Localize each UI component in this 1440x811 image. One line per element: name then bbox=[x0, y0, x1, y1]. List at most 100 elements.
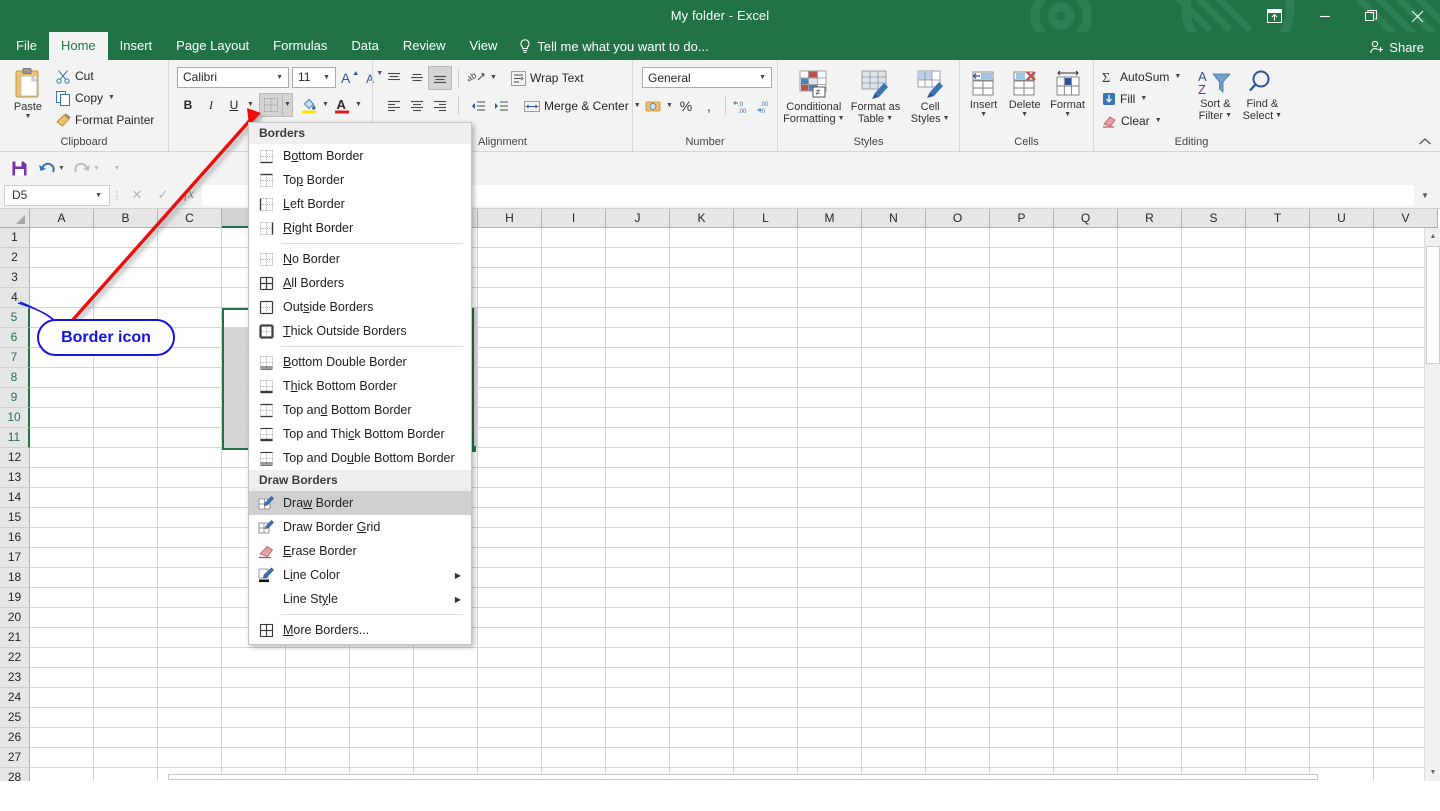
cell-M16[interactable] bbox=[798, 528, 862, 548]
cell-E26[interactable] bbox=[286, 728, 350, 748]
cell-N17[interactable] bbox=[862, 548, 926, 568]
cell-A18[interactable] bbox=[30, 568, 94, 588]
cell-S2[interactable] bbox=[1182, 248, 1246, 268]
cell-O25[interactable] bbox=[926, 708, 990, 728]
cell-A26[interactable] bbox=[30, 728, 94, 748]
cell-B5[interactable] bbox=[94, 308, 158, 328]
cell-S11[interactable] bbox=[1182, 428, 1246, 448]
cell-M12[interactable] bbox=[798, 448, 862, 468]
cell-R25[interactable] bbox=[1118, 708, 1182, 728]
cell-T25[interactable] bbox=[1246, 708, 1310, 728]
row-header-7[interactable]: 7 bbox=[0, 348, 30, 368]
cell-R22[interactable] bbox=[1118, 648, 1182, 668]
cell-E23[interactable] bbox=[286, 668, 350, 688]
accounting-format-icon[interactable] bbox=[642, 95, 664, 117]
underline-button[interactable]: U bbox=[223, 94, 245, 116]
cell-L21[interactable] bbox=[734, 628, 798, 648]
cell-B3[interactable] bbox=[94, 268, 158, 288]
cell-R10[interactable] bbox=[1118, 408, 1182, 428]
cell-K24[interactable] bbox=[670, 688, 734, 708]
cell-I19[interactable] bbox=[542, 588, 606, 608]
cell-R12[interactable] bbox=[1118, 448, 1182, 468]
cell-N4[interactable] bbox=[862, 288, 926, 308]
font-name-caret[interactable]: ▼ bbox=[273, 74, 286, 81]
sort-filter-caret[interactable]: ▼ bbox=[1225, 112, 1232, 120]
cell-A15[interactable] bbox=[30, 508, 94, 528]
cell-N22[interactable] bbox=[862, 648, 926, 668]
cell-L22[interactable] bbox=[734, 648, 798, 668]
cell-S13[interactable] bbox=[1182, 468, 1246, 488]
cell-N8[interactable] bbox=[862, 368, 926, 388]
cell-K20[interactable] bbox=[670, 608, 734, 628]
menu-item-all-borders[interactable]: All Borders bbox=[249, 271, 471, 295]
cell-I27[interactable] bbox=[542, 748, 606, 768]
cell-T14[interactable] bbox=[1246, 488, 1310, 508]
cell-P12[interactable] bbox=[990, 448, 1054, 468]
column-header-H[interactable]: H bbox=[478, 209, 542, 228]
cell-B6[interactable] bbox=[94, 328, 158, 348]
cell-R1[interactable] bbox=[1118, 228, 1182, 248]
cell-L6[interactable] bbox=[734, 328, 798, 348]
cell-B2[interactable] bbox=[94, 248, 158, 268]
cell-A4[interactable] bbox=[30, 288, 94, 308]
cell-K26[interactable] bbox=[670, 728, 734, 748]
cell-B12[interactable] bbox=[94, 448, 158, 468]
cell-U9[interactable] bbox=[1310, 388, 1374, 408]
cell-I2[interactable] bbox=[542, 248, 606, 268]
align-top-button[interactable] bbox=[383, 67, 405, 89]
cell-I20[interactable] bbox=[542, 608, 606, 628]
cell-L14[interactable] bbox=[734, 488, 798, 508]
row-header-22[interactable]: 22 bbox=[0, 648, 30, 668]
cell-Q21[interactable] bbox=[1054, 628, 1118, 648]
cell-N7[interactable] bbox=[862, 348, 926, 368]
cell-P5[interactable] bbox=[990, 308, 1054, 328]
select-all-corner[interactable] bbox=[0, 209, 30, 228]
cell-J5[interactable] bbox=[606, 308, 670, 328]
cell-U16[interactable] bbox=[1310, 528, 1374, 548]
cell-M19[interactable] bbox=[798, 588, 862, 608]
row-header-13[interactable]: 13 bbox=[0, 468, 30, 488]
cell-K9[interactable] bbox=[670, 388, 734, 408]
cell-S18[interactable] bbox=[1182, 568, 1246, 588]
cell-Q15[interactable] bbox=[1054, 508, 1118, 528]
cell-L8[interactable] bbox=[734, 368, 798, 388]
cell-P24[interactable] bbox=[990, 688, 1054, 708]
cell-B24[interactable] bbox=[94, 688, 158, 708]
clear-caret[interactable]: ▼ bbox=[1154, 110, 1163, 132]
cell-U17[interactable] bbox=[1310, 548, 1374, 568]
cell-A14[interactable] bbox=[30, 488, 94, 508]
cell-J25[interactable] bbox=[606, 708, 670, 728]
cell-U10[interactable] bbox=[1310, 408, 1374, 428]
cell-I21[interactable] bbox=[542, 628, 606, 648]
row-header-9[interactable]: 9 bbox=[0, 388, 30, 408]
cell-U15[interactable] bbox=[1310, 508, 1374, 528]
row-header-18[interactable]: 18 bbox=[0, 568, 30, 588]
row-header-27[interactable]: 27 bbox=[0, 748, 30, 768]
cell-A22[interactable] bbox=[30, 648, 94, 668]
tab-insert[interactable]: Insert bbox=[108, 32, 165, 60]
cell-J3[interactable] bbox=[606, 268, 670, 288]
cell-T21[interactable] bbox=[1246, 628, 1310, 648]
cell-M7[interactable] bbox=[798, 348, 862, 368]
cell-R7[interactable] bbox=[1118, 348, 1182, 368]
cell-Q1[interactable] bbox=[1054, 228, 1118, 248]
cell-U5[interactable] bbox=[1310, 308, 1374, 328]
cell-F23[interactable] bbox=[350, 668, 414, 688]
cell-L26[interactable] bbox=[734, 728, 798, 748]
cell-C26[interactable] bbox=[158, 728, 222, 748]
cell-R23[interactable] bbox=[1118, 668, 1182, 688]
cell-B21[interactable] bbox=[94, 628, 158, 648]
sort-filter-button[interactable]: A Z Sort & Filter ▼ bbox=[1192, 66, 1238, 122]
cell-S27[interactable] bbox=[1182, 748, 1246, 768]
cell-U26[interactable] bbox=[1310, 728, 1374, 748]
cell-R15[interactable] bbox=[1118, 508, 1182, 528]
column-header-A[interactable]: A bbox=[30, 209, 94, 228]
cell-I11[interactable] bbox=[542, 428, 606, 448]
menu-item-top-and-double-bottom-border[interactable]: Top and Double Bottom Border bbox=[249, 446, 471, 470]
cell-A6[interactable] bbox=[30, 328, 94, 348]
cell-L11[interactable] bbox=[734, 428, 798, 448]
cell-M3[interactable] bbox=[798, 268, 862, 288]
row-header-2[interactable]: 2 bbox=[0, 248, 30, 268]
cell-Q20[interactable] bbox=[1054, 608, 1118, 628]
redo-icon[interactable] bbox=[69, 156, 95, 180]
